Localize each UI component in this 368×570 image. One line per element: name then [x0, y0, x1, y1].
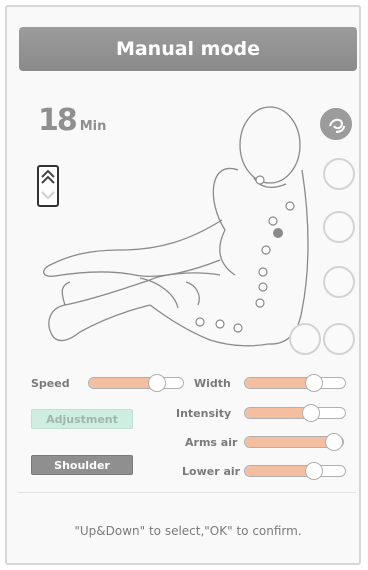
intensity-slider[interactable] — [244, 404, 346, 422]
mode-button-1[interactable] — [320, 108, 352, 140]
adjustment-button[interactable]: Adjustment — [31, 409, 133, 429]
footer-hint: "Up&Down" to select,"OK" to confirm. — [74, 524, 302, 538]
speed-slider[interactable] — [88, 374, 184, 392]
mode-button-5[interactable] — [323, 323, 355, 355]
mode-button-2[interactable] — [323, 158, 355, 190]
mode-button-3[interactable] — [323, 211, 355, 243]
mode-button-6[interactable] — [289, 323, 321, 355]
mode-button-4[interactable] — [323, 266, 355, 298]
width-slider[interactable] — [244, 374, 346, 392]
intensity-label: Intensity — [176, 407, 232, 420]
body-figure-icon — [43, 106, 309, 347]
speed-slider-fill — [89, 378, 158, 388]
width-label: Width — [194, 377, 231, 390]
arms-air-slider-thumb[interactable] — [325, 433, 343, 451]
shoulder-button[interactable]: Shoulder — [31, 455, 133, 475]
lower-air-slider-thumb[interactable] — [305, 462, 323, 480]
lower-air-label: Lower air — [182, 465, 241, 478]
arms-air-slider-fill — [245, 437, 334, 447]
width-slider-fill — [245, 378, 314, 388]
arms-air-label: Arms air — [185, 436, 238, 449]
arms-air-slider[interactable] — [244, 433, 344, 451]
speed-slider-thumb[interactable] — [148, 374, 167, 392]
intensity-slider-thumb[interactable] — [302, 404, 320, 422]
page-title: Manual mode — [19, 27, 357, 71]
lower-air-slider[interactable] — [244, 462, 346, 480]
divider — [18, 492, 356, 493]
speed-label: Speed — [31, 377, 70, 390]
lower-air-slider-fill — [245, 466, 314, 476]
width-slider-thumb[interactable] — [305, 374, 323, 392]
